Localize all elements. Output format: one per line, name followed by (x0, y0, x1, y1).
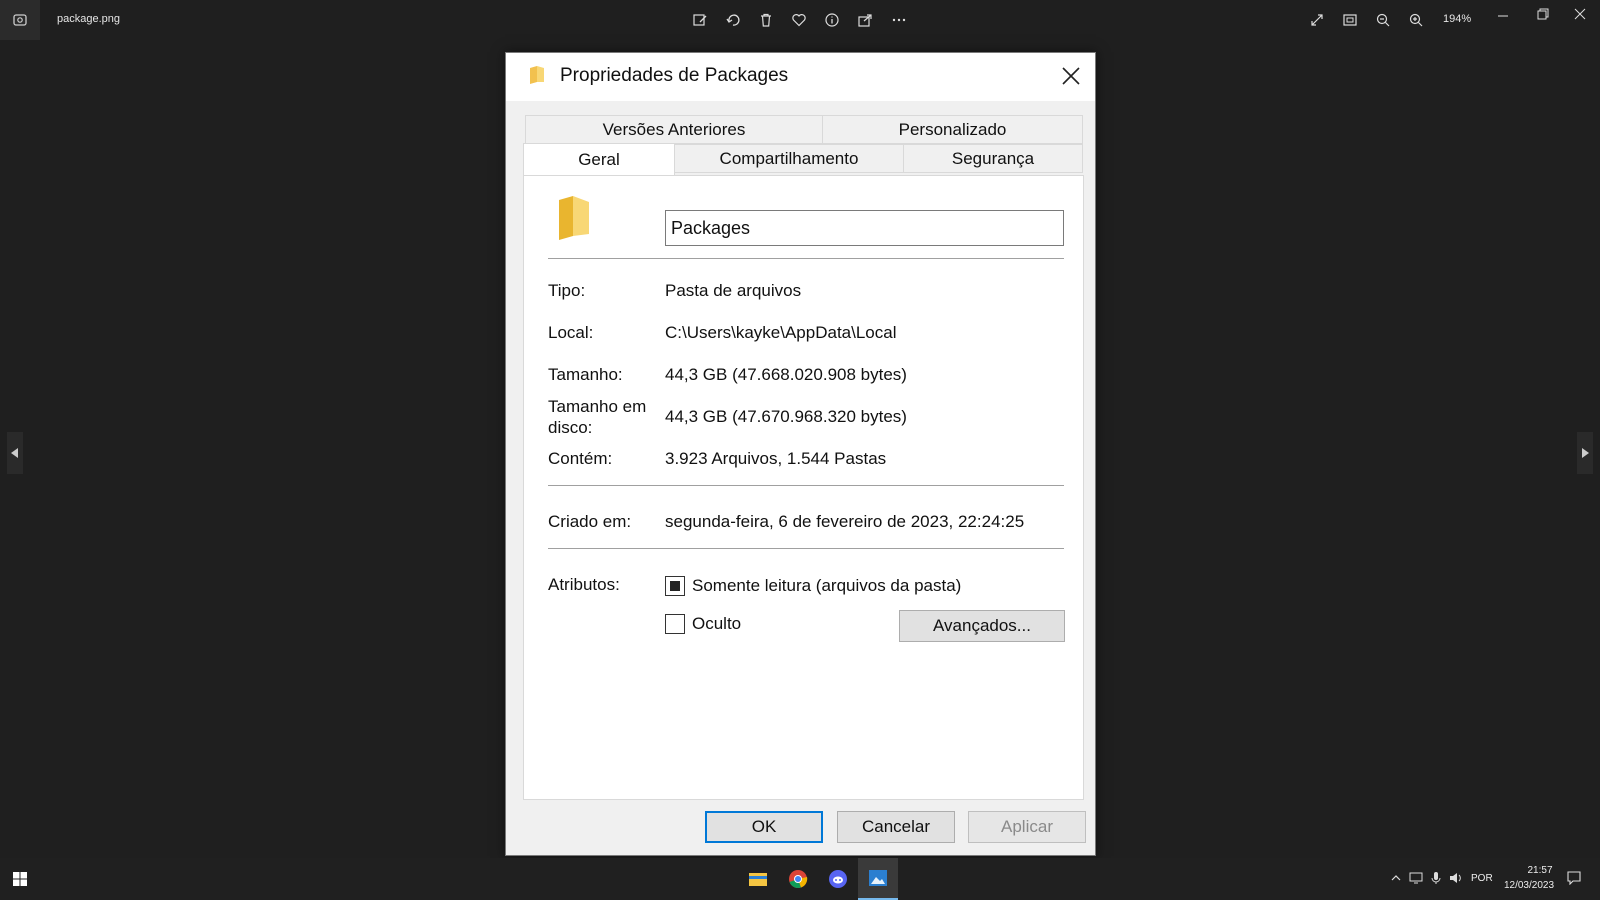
zoom-in-icon[interactable] (1405, 10, 1427, 30)
notifications-icon[interactable] (1566, 870, 1582, 886)
folder-large-icon (557, 196, 591, 247)
fit-to-window-icon[interactable] (1339, 10, 1361, 30)
favorite-heart-icon[interactable] (788, 10, 810, 30)
network-icon[interactable] (1408, 870, 1424, 886)
readonly-checkbox[interactable] (665, 576, 685, 596)
dialog-titlebar: Propriedades de Packages (506, 53, 1095, 101)
hidden-checkbox-label[interactable]: Oculto (692, 614, 741, 634)
value-criado-em: segunda-feira, 6 de fevereiro de 2023, 2… (665, 512, 1025, 531)
info-icon[interactable] (821, 10, 843, 30)
clock-time[interactable]: 21:57 (1514, 865, 1566, 876)
general-tab-panel: Tipo: Pasta de arquivos Local: C:\Users\… (523, 175, 1084, 800)
file-explorer-icon[interactable] (738, 858, 778, 900)
readonly-checkbox-label[interactable]: Somente leitura (arquivos da pasta) (692, 576, 961, 596)
value-tipo: Pasta de arquivos (665, 281, 802, 300)
close-window-icon[interactable] (1569, 4, 1591, 24)
divider (548, 485, 1064, 486)
folder-name-field[interactable] (665, 210, 1064, 246)
fullscreen-icon[interactable] (1306, 10, 1328, 30)
volume-icon[interactable] (1448, 870, 1464, 886)
microphone-icon[interactable] (1428, 870, 1444, 886)
folder-icon (528, 65, 546, 90)
properties-dialog: Propriedades de Packages Versões Anterio… (505, 52, 1096, 856)
zoom-out-icon[interactable] (1372, 10, 1394, 30)
rotate-icon[interactable] (722, 10, 744, 30)
windows-start-icon[interactable] (0, 858, 40, 900)
show-hidden-icons-chevron-icon[interactable] (1388, 870, 1404, 886)
minimize-icon[interactable] (1492, 6, 1514, 26)
restore-icon[interactable] (1532, 4, 1554, 24)
file-name: package.png (57, 13, 120, 25)
checkbox-indeterminate-mark (670, 581, 680, 591)
divider (548, 548, 1064, 549)
clock-date[interactable]: 12/03/2023 (1503, 880, 1555, 891)
apply-button[interactable]: Aplicar (968, 811, 1086, 843)
photos-icon[interactable] (858, 858, 898, 900)
value-tamanho: 44,3 GB (47.668.020.908 bytes) (665, 365, 907, 384)
previous-image-arrow[interactable] (7, 432, 23, 474)
more-options-icon[interactable] (888, 10, 910, 30)
tab-personalizado[interactable]: Personalizado (822, 115, 1083, 144)
share-icon[interactable] (854, 10, 876, 30)
label-local: Local: (548, 323, 594, 342)
tab-seguranca[interactable]: Segurança (903, 144, 1083, 173)
viewer-toolbar: package.png 194% (0, 0, 1600, 40)
tab-geral[interactable]: Geral (523, 143, 675, 175)
cancel-button[interactable]: Cancelar (837, 811, 955, 843)
value-local: C:\Users\kayke\AppData\Local (665, 323, 897, 342)
zoom-level[interactable]: 194% (1443, 13, 1471, 25)
delete-icon[interactable] (755, 10, 777, 30)
advanced-button[interactable]: Avançados... (899, 610, 1065, 642)
ok-button[interactable]: OK (705, 811, 823, 843)
close-icon[interactable] (1056, 61, 1086, 91)
chrome-icon[interactable] (778, 858, 818, 900)
value-tamanho-em-disco: 44,3 GB (47.670.968.320 bytes) (665, 407, 907, 426)
label-tamanho: Tamanho: (548, 365, 623, 384)
next-image-arrow[interactable] (1577, 432, 1593, 474)
label-tamanho-em-disco-line1: Tamanho em (548, 397, 647, 416)
label-tipo: Tipo: (548, 281, 586, 300)
label-contem: Contém: (548, 449, 613, 468)
dialog-title: Propriedades de Packages (560, 65, 789, 86)
discord-icon[interactable] (818, 858, 858, 900)
label-atributos: Atributos: (548, 575, 620, 594)
input-language[interactable]: POR (1471, 873, 1493, 884)
tab-compartilhamento[interactable]: Compartilhamento (674, 144, 904, 173)
divider (548, 258, 1064, 259)
edit-image-icon[interactable] (689, 10, 711, 30)
taskbar: POR 21:57 12/03/2023 (0, 858, 1600, 900)
tab-versoes-anteriores[interactable]: Versões Anteriores (525, 115, 823, 144)
label-tamanho-em-disco-line2: disco: (548, 418, 593, 437)
photos-app-icon[interactable] (0, 0, 40, 40)
value-contem: 3.923 Arquivos, 1.544 Pastas (665, 449, 887, 468)
hidden-checkbox[interactable] (665, 614, 685, 634)
label-criado-em: Criado em: (548, 512, 632, 531)
